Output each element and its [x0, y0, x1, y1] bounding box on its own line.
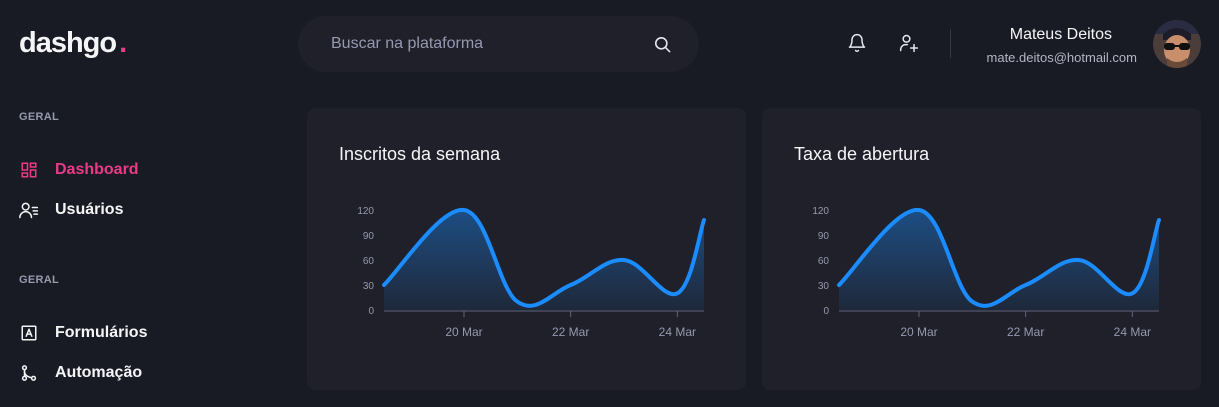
user-email: mate.deitos@hotmail.com [986, 50, 1137, 65]
x-tick-label: 24 Mar [659, 325, 696, 339]
sidebar-section-title: GERAL [19, 111, 59, 123]
sidebar-item-forms[interactable]: Formulários [19, 323, 147, 343]
search-input[interactable] [331, 35, 651, 53]
sidebar-item-users[interactable]: Usuários [19, 200, 123, 220]
y-tick-label: 0 [368, 306, 374, 317]
sidebar-section-title: GERAL [19, 274, 59, 286]
sidebar-item-label: Automação [55, 364, 143, 381]
sidebar-item-label: Formulários [55, 324, 148, 341]
chart-card-subscribers: Inscritos da semana 0 30 60 90 120 20 Mar 22 M… [307, 108, 746, 390]
search-bar[interactable] [298, 16, 699, 72]
sidebar-item-dashboard[interactable]: Dashboard [19, 160, 139, 180]
users-icon [19, 200, 39, 220]
y-tick-label: 60 [818, 256, 830, 267]
sidebar-item-label: Usuários [55, 201, 124, 218]
header-divider [950, 29, 951, 58]
form-icon [19, 323, 39, 343]
sidebar-item-automation[interactable]: Automação [19, 363, 142, 383]
area-fill [839, 209, 1159, 310]
logo[interactable]: dashgo. [19, 27, 127, 60]
open-rate-chart: 0 30 60 90 120 20 Mar 22 Mar 24 Mar [812, 206, 1161, 339]
area-fill [384, 209, 704, 310]
git-branch-icon [19, 363, 39, 383]
y-tick-label: 0 [823, 306, 829, 317]
subscribers-chart: 0 30 60 90 120 20 Mar 22 Mar 24 Mar [357, 206, 706, 339]
x-tick-label: 24 Mar [1114, 325, 1151, 339]
y-tick-label: 90 [363, 231, 375, 242]
x-tick-label: 20 Mar [900, 325, 937, 339]
y-tick-label: 30 [363, 281, 375, 292]
x-tick-label: 22 Mar [552, 325, 589, 339]
notification-bell-icon[interactable] [846, 32, 868, 54]
y-tick-label: 60 [363, 256, 375, 267]
sidebar-item-label: Dashboard [55, 161, 139, 178]
logo-text: dashgo [19, 27, 117, 59]
y-tick-label: 30 [818, 281, 830, 292]
x-tick-label: 20 Mar [445, 325, 482, 339]
dashboard-icon [19, 160, 39, 180]
user-name: Mateus Deitos [1009, 26, 1112, 43]
x-tick-label: 22 Mar [1007, 325, 1044, 339]
chart-card-open-rate: Taxa de abertura 0 30 60 90 120 20 Mar 22 Mar 2… [762, 108, 1201, 390]
add-user-icon[interactable] [898, 32, 920, 54]
search-icon[interactable] [651, 33, 673, 55]
y-tick-label: 120 [812, 206, 829, 217]
y-tick-label: 90 [818, 231, 830, 242]
y-tick-label: 120 [357, 206, 374, 217]
logo-dot: . [119, 27, 127, 59]
avatar[interactable] [1153, 20, 1201, 68]
